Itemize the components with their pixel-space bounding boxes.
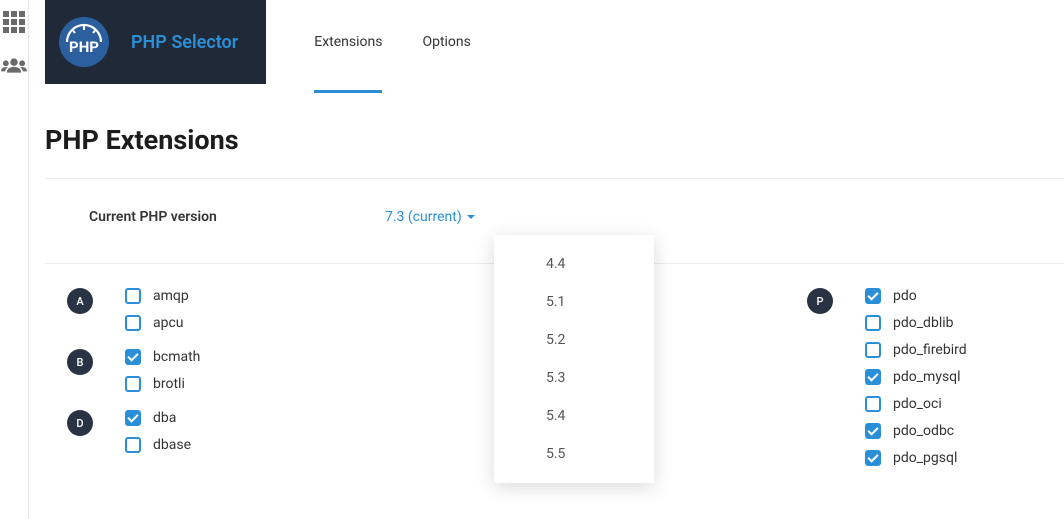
version-selector[interactable]: 7.3 (current) (385, 209, 475, 225)
version-option[interactable]: 5.2 (494, 321, 654, 359)
extension-item: amqp (125, 288, 189, 304)
letter-badge: A (67, 288, 93, 314)
tab-options[interactable]: Options (422, 20, 470, 64)
version-option[interactable]: 5.5 (494, 435, 654, 473)
extension-checkbox[interactable] (125, 315, 141, 331)
app-title: PHP Selector (131, 32, 238, 53)
extension-checkbox[interactable] (865, 450, 881, 466)
extension-name: pdo_pgsql (893, 450, 957, 466)
extension-name: bcmath (153, 349, 200, 365)
tab-extensions[interactable]: Extensions (314, 20, 382, 64)
extension-checkbox[interactable] (125, 349, 141, 365)
extension-name: dba (153, 410, 176, 426)
page-title: PHP Extensions (45, 124, 1064, 156)
letter-badge: D (67, 410, 93, 436)
extension-name: pdo_dblib (893, 315, 953, 331)
app-badge: PHP PHP Selector (45, 0, 266, 84)
extension-checkbox[interactable] (865, 342, 881, 358)
extension-checkbox[interactable] (865, 315, 881, 331)
php-logo-icon: PHP (59, 17, 109, 67)
extension-item: pdo (865, 288, 967, 304)
extension-item: pdo_odbc (865, 423, 967, 439)
letter-badge: B (67, 349, 93, 375)
version-option[interactable]: 5.3 (494, 359, 654, 397)
extension-item: dba (125, 410, 191, 426)
extension-name: pdo_mysql (893, 369, 961, 385)
apps-icon[interactable] (0, 8, 28, 36)
extension-checkbox[interactable] (865, 369, 881, 385)
extension-checkbox[interactable] (865, 423, 881, 439)
extension-name: apcu (153, 315, 184, 331)
extension-item: pdo_oci (865, 396, 967, 412)
extension-name: pdo (893, 288, 917, 304)
extension-item: pdo_pgsql (865, 450, 967, 466)
extension-item: pdo_dblib (865, 315, 967, 331)
version-label: Current PHP version (89, 209, 385, 225)
version-value-text: 7.3 (current) (385, 209, 462, 225)
version-option[interactable]: 4.4 (494, 245, 654, 283)
extension-item: dbase (125, 437, 191, 453)
extension-name: pdo_odbc (893, 423, 954, 439)
extension-name: brotli (153, 376, 185, 392)
extension-checkbox[interactable] (125, 437, 141, 453)
extension-item: brotli (125, 376, 200, 392)
extension-item: pdo_firebird (865, 342, 967, 358)
extension-checkbox[interactable] (865, 288, 881, 304)
topbar: PHP PHP Selector Extensions Options (45, 0, 1064, 84)
extension-checkbox[interactable] (125, 288, 141, 304)
extension-name: amqp (153, 288, 189, 304)
extension-item: pdo_mysql (865, 369, 967, 385)
sidebar (0, 0, 29, 519)
extension-name: dbase (153, 437, 191, 453)
extension-name: pdo_firebird (893, 342, 967, 358)
extension-checkbox[interactable] (125, 376, 141, 392)
version-option[interactable]: 5.4 (494, 397, 654, 435)
users-icon[interactable] (0, 54, 28, 82)
extension-item: apcu (125, 315, 189, 331)
version-option[interactable]: 5.1 (494, 283, 654, 321)
version-row: Current PHP version 7.3 (current) 4.45.1… (45, 209, 1064, 225)
extension-name: pdo_oci (893, 396, 942, 412)
letter-badge: P (807, 288, 833, 314)
caret-down-icon (467, 215, 475, 219)
extension-checkbox[interactable] (125, 410, 141, 426)
version-dropdown: 4.45.15.25.35.45.5 (494, 235, 654, 483)
divider (45, 178, 1064, 179)
extension-item: bcmath (125, 349, 200, 365)
extension-checkbox[interactable] (865, 396, 881, 412)
